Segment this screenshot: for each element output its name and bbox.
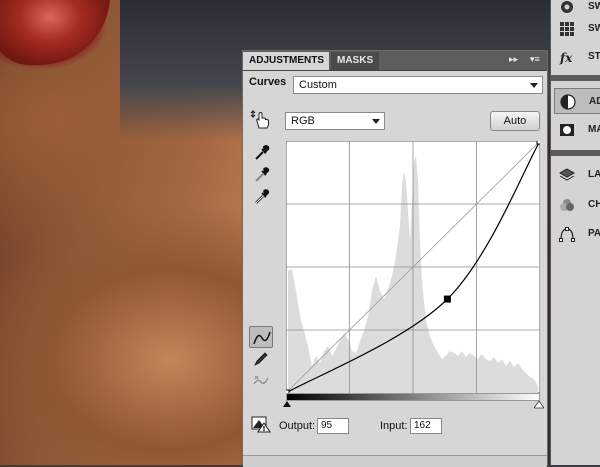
panel-footer-toolbar: [243, 455, 547, 467]
clipping-warning-toggle[interactable]: !: [249, 412, 273, 434]
dock-item-layers[interactable]: LA: [554, 162, 600, 188]
dock-label: LA: [588, 169, 600, 180]
warning-icon: !: [251, 416, 271, 433]
panel-menu-icon[interactable]: ▾≡: [530, 54, 540, 65]
swatches-grid-icon: [560, 22, 574, 36]
panel-dock: SW SW fx ST AD MA LA CH PA: [550, 0, 600, 465]
dock-item-masks[interactable]: MA: [554, 117, 600, 143]
curve-control-point[interactable]: [443, 295, 451, 303]
dock-separator: [551, 75, 600, 81]
paths-icon: [559, 227, 575, 242]
input-field[interactable]: 162: [410, 418, 442, 434]
dock-label: SW: [588, 23, 600, 34]
smooth-curve-tool[interactable]: [249, 369, 273, 391]
chevron-down-icon: [372, 119, 380, 124]
pencil-icon: [254, 352, 268, 366]
black-point-slider[interactable]: [283, 401, 291, 409]
channel-value: RGB: [291, 115, 315, 127]
channel-dropdown[interactable]: RGB: [285, 112, 385, 130]
dock-label: SW: [588, 1, 600, 12]
svg-text:!: !: [262, 425, 265, 433]
dock-separator: [551, 150, 600, 156]
styles-icon: fx: [559, 51, 573, 65]
swatches-icon: [561, 1, 573, 13]
masks-icon: [560, 124, 574, 136]
layers-icon: [558, 168, 576, 181]
dock-label: PA: [588, 228, 600, 239]
adjustments-panel: ADJUSTMENTS MASKS ▸▸ ▾≡ Curves Custom RG…: [242, 50, 548, 467]
targeted-adjustment-tool[interactable]: [249, 108, 273, 130]
dock-label: MA: [588, 124, 600, 135]
tab-masks[interactable]: MASKS: [331, 52, 379, 70]
dock-label: CH: [588, 199, 600, 210]
auto-button[interactable]: Auto: [490, 111, 540, 131]
chevron-down-icon: [530, 83, 538, 88]
svg-text:fx: fx: [559, 51, 573, 65]
eyedropper-black-icon: [255, 145, 270, 160]
dock-label: AD: [589, 96, 600, 107]
output-label: Output:: [279, 420, 316, 432]
hand-drag-icon: [250, 110, 269, 129]
preset-value: Custom: [299, 79, 337, 91]
adjustment-type-label: Curves: [249, 76, 287, 88]
white-point-slider[interactable]: [534, 401, 544, 409]
collapse-panel-icon[interactable]: ▸▸: [509, 54, 518, 65]
dock-item-channels[interactable]: CH: [554, 192, 600, 218]
channels-icon: [560, 199, 574, 211]
dock-item-swatches-grid[interactable]: SW: [554, 16, 600, 42]
draw-curve-tool[interactable]: [249, 348, 273, 370]
dock-item-adjustments[interactable]: AD: [554, 88, 600, 114]
gray-point-eyedropper[interactable]: [249, 163, 273, 185]
eyedropper-gray-icon: [255, 167, 270, 182]
input-label: Input:: [380, 420, 408, 432]
output-field[interactable]: 95: [317, 418, 349, 434]
adjustments-icon: [560, 94, 576, 110]
curves-graph[interactable]: [286, 141, 540, 393]
white-point-eyedropper[interactable]: [249, 185, 273, 207]
dock-item-paths[interactable]: PA: [554, 221, 600, 247]
tab-adjustments[interactable]: ADJUSTMENTS: [243, 52, 329, 70]
dock-item-styles[interactable]: fx ST: [554, 44, 600, 70]
eyedropper-white-icon: [255, 189, 270, 204]
input-gradient-bar: [286, 393, 540, 401]
preset-dropdown[interactable]: Custom: [293, 76, 543, 94]
curve-edit-icon: [253, 331, 271, 345]
smooth-icon: [253, 375, 269, 385]
black-point-eyedropper[interactable]: [249, 141, 273, 163]
panel-tab-bar: ADJUSTMENTS MASKS ▸▸ ▾≡: [243, 51, 547, 71]
edit-points-tool[interactable]: [249, 326, 273, 348]
dock-label: ST: [588, 51, 600, 62]
curve-control-point[interactable]: [536, 141, 540, 145]
